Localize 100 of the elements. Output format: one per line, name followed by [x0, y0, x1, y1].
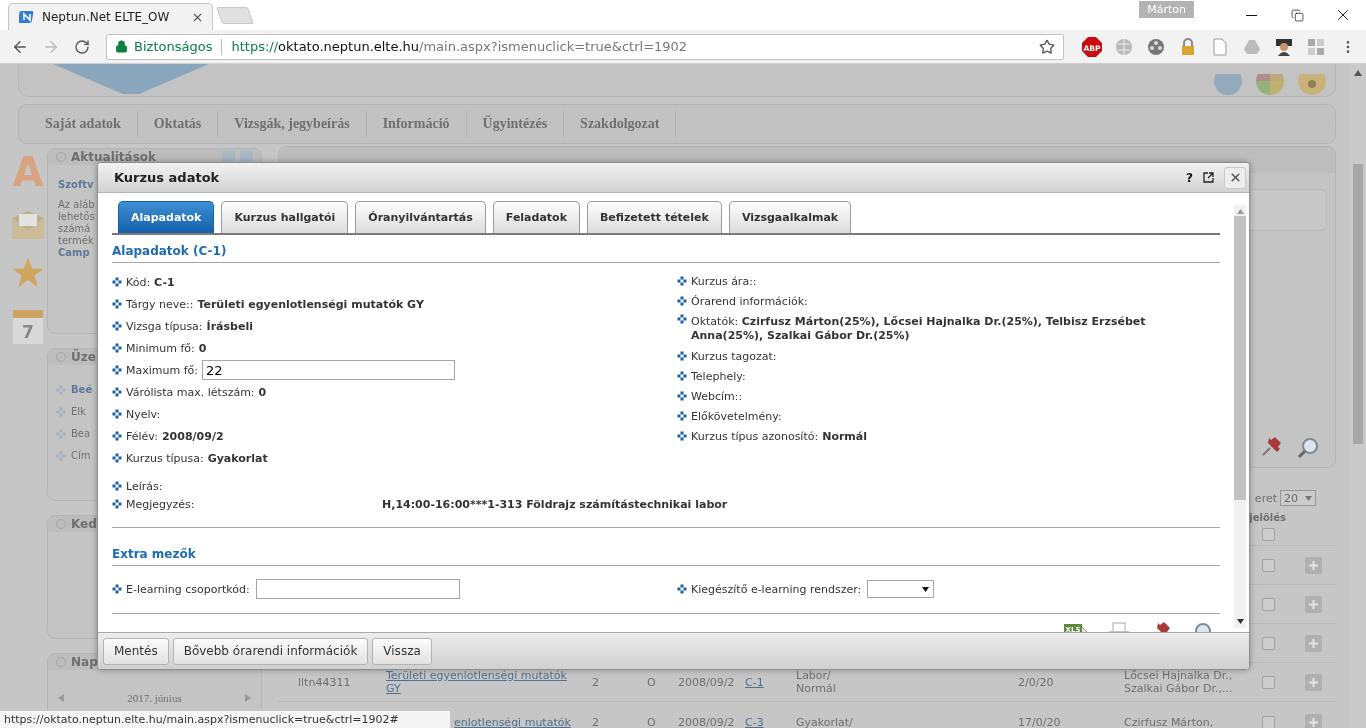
bullet-icon [677, 314, 687, 324]
tab[interactable]: Feladatok [492, 201, 580, 233]
panel-link[interactable]: Cím [71, 445, 91, 467]
scroll-up-icon[interactable] [1236, 209, 1244, 214]
panel-text: számá [58, 223, 91, 235]
panel-title: Nap [71, 655, 98, 669]
dropdown-arrow-icon [922, 586, 930, 592]
add-button[interactable] [1305, 595, 1322, 613]
table-cell-text: lltn44311 [298, 675, 352, 689]
scrollbar-thumb[interactable] [1353, 164, 1363, 444]
field-label: Megjegyzés: [126, 497, 195, 511]
tab[interactable]: Alapadatok [118, 201, 215, 233]
reload-icon [74, 38, 91, 55]
field-label: Kurzus tagozat: [691, 349, 777, 363]
add-button[interactable] [1305, 556, 1322, 574]
tab[interactable]: Befizetett tételek [586, 201, 722, 233]
column-header: jelölés [1249, 512, 1286, 523]
add-button[interactable] [1305, 673, 1322, 691]
bullet-icon [112, 409, 122, 419]
bullet-icon [677, 411, 687, 421]
bullet-icon [677, 584, 687, 594]
field-label: Kurzus ára:: [691, 274, 757, 288]
field-label: Kiegészítő e-learning rendszer: [691, 582, 862, 596]
menu-item[interactable]: Vizsgák, jegybeírás [218, 111, 367, 137]
star-icon[interactable] [11, 256, 45, 290]
envelope-icon[interactable] [11, 210, 45, 240]
panel-title: Üze [71, 350, 96, 364]
site-logo-icon [19, 9, 35, 25]
page-size-select[interactable]: 20 [1280, 490, 1316, 506]
profile-button[interactable]: Márton [1139, 1, 1194, 18]
field-value: Normál [822, 429, 867, 443]
tab[interactable]: Vizsgaalkalmak [728, 201, 852, 233]
input-field[interactable]: 22 [202, 360, 455, 380]
footer-button[interactable]: Mentés [103, 637, 169, 665]
dropdown[interactable] [867, 580, 935, 598]
restore-icon [1290, 8, 1304, 22]
panel-link[interactable]: Beé [71, 379, 93, 401]
plus-icon [1309, 717, 1318, 727]
bullet-icon [677, 276, 687, 286]
scrollbar-thumb[interactable] [1234, 216, 1246, 500]
globe-icon[interactable] [1213, 74, 1243, 96]
menu-item[interactable]: Oktatás [137, 111, 219, 137]
next-arrow-icon[interactable] [245, 694, 251, 702]
scroll-down-icon[interactable] [1236, 619, 1244, 624]
bullet-icon [112, 499, 122, 509]
status-url: https://oktato.neptun.elte.hu/main.aspx?ismenuclick=true&ctrl=1902# [0, 710, 451, 728]
field-label: Órarend információk: [691, 294, 808, 308]
input-field[interactable] [255, 579, 460, 599]
collapse-icon[interactable] [240, 151, 253, 163]
scroll-up-icon[interactable] [1354, 70, 1362, 76]
add-button[interactable] [1305, 634, 1322, 652]
checkbox[interactable] [1262, 715, 1275, 728]
pie-chart-icon[interactable] [1255, 74, 1285, 96]
footer-button[interactable]: Vissza [372, 637, 432, 665]
field-value: Írásbeli [206, 319, 253, 333]
bookmark-star-icon[interactable] [1039, 38, 1055, 55]
add-button[interactable] [1305, 713, 1322, 728]
table-cell-text: 17/0/20 [1018, 715, 1062, 728]
checkbox[interactable] [1262, 597, 1275, 611]
code-link[interactable]: C-3 [745, 715, 764, 728]
tab[interactable]: Kurzus hallgatói [221, 201, 349, 233]
course-link[interactable]: Területi egyenlotlenségi mutatók GY [386, 669, 576, 695]
page-size-label: eret [1254, 491, 1277, 505]
panel-link[interactable]: Camp [58, 247, 90, 259]
plus-icon [1309, 677, 1318, 687]
checkbox[interactable] [1262, 527, 1275, 541]
round-badge-icon[interactable] [1297, 74, 1327, 96]
field-value: Gyakorlat [207, 451, 268, 465]
panel-link[interactable]: Bea [71, 423, 91, 445]
footer-button[interactable]: Bővebb órarendi információk [172, 637, 369, 665]
close-button[interactable] [1224, 166, 1246, 189]
field-value: 0 [198, 341, 207, 355]
bullet-icon [112, 321, 122, 331]
section-heading: Alapadatok (C-1) [112, 235, 1220, 263]
panel-title: Aktualitások [71, 150, 157, 164]
address-bar[interactable]: Biztonságos https://oktato.neptun.elte.hu/main.aspx?ismenuclick=true&ctrl=1902 [106, 33, 1064, 60]
help-button[interactable]: ? [1186, 170, 1193, 185]
code-link[interactable]: C-1 [745, 675, 764, 689]
previous-arrow-icon[interactable] [58, 694, 64, 702]
panel-link[interactable]: Elk [71, 401, 86, 423]
refresh-icon[interactable] [222, 151, 235, 163]
new-tab-button[interactable] [215, 7, 255, 24]
menu-item[interactable]: Szakdolgozat [564, 111, 677, 137]
table-cell-text: O [647, 675, 657, 689]
bullet-icon [112, 365, 122, 375]
course-link[interactable]: enlotlenségi mutatók [454, 715, 571, 728]
table-cell-text: 2008/09/2 [678, 675, 736, 689]
tab[interactable]: Óranyilvántartás [355, 201, 486, 233]
url-text: https://oktato.neptun.elte.hu/main.aspx?ismenuclick=true&ctrl=1902 [231, 39, 688, 54]
menu-item[interactable]: Saját adatok [29, 111, 138, 137]
browser-tab[interactable]: Neptun.Net ELTE_OW [8, 3, 213, 30]
field-label: Maximum fő: [126, 363, 198, 377]
menu-item[interactable]: Információ [366, 111, 467, 137]
panel-link[interactable]: Szoftv [58, 179, 94, 191]
checkbox[interactable] [1262, 636, 1275, 650]
magnifier-icon[interactable] [1297, 437, 1319, 459]
checkbox[interactable] [1262, 675, 1275, 689]
checkbox[interactable] [1262, 558, 1275, 572]
menu-item[interactable]: Ügyintézés [466, 111, 565, 137]
popout-icon[interactable] [1203, 172, 1214, 183]
